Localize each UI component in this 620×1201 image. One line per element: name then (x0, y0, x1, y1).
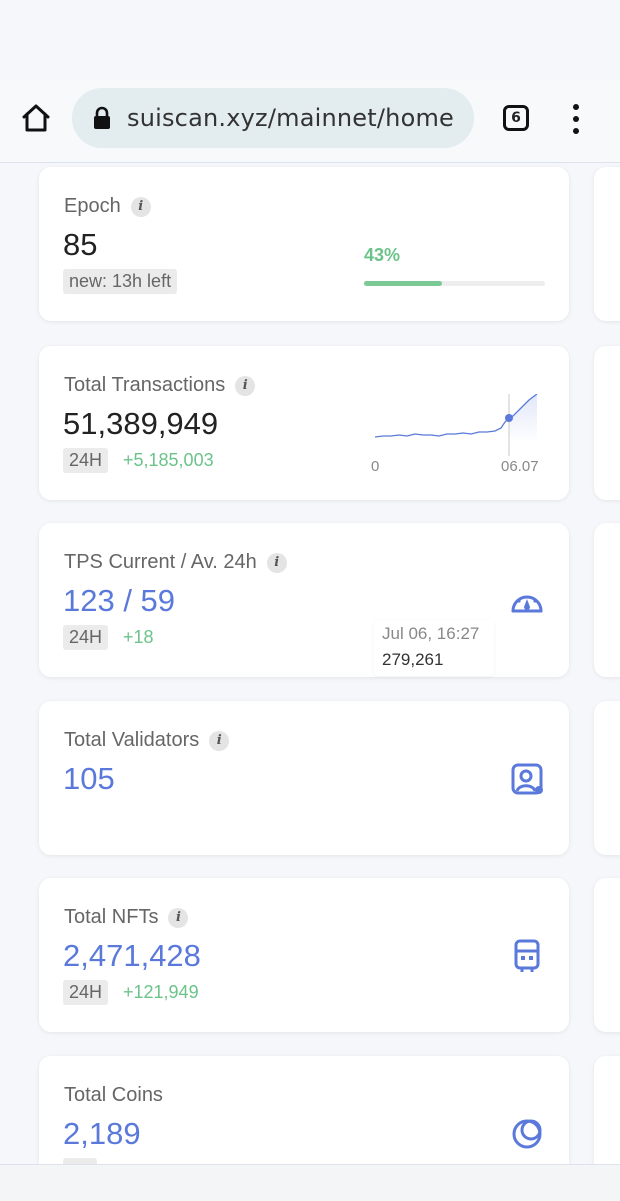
validators-value: 105 (63, 761, 115, 796)
transactions-delta: +5,185,003 (123, 450, 214, 470)
transactions-label: Total Transactions (64, 374, 226, 396)
nft-icon (514, 939, 540, 972)
coins-card: Total Coins 2,189 (39, 1056, 569, 1164)
lock-icon (94, 106, 110, 129)
transactions-card: Total Transactions i 51,389,949 24H +5,18… (39, 346, 569, 500)
epoch-progress-percent: 43% (364, 245, 401, 265)
validators-label: Total Validators (64, 729, 200, 751)
info-icon[interactable]: i (235, 376, 256, 396)
next-column-card (594, 346, 620, 500)
epoch-time-left-badge: new: 13h left (63, 269, 178, 294)
nfts-label: Total NFTs (64, 906, 159, 928)
info-icon[interactable]: i (209, 731, 230, 751)
tooltip-date: Jul 06, 16:27 (382, 624, 480, 643)
next-column-card (594, 1056, 620, 1164)
nfts-value: 2,471,428 (63, 938, 201, 973)
period-badge: 24H (63, 448, 109, 473)
bottom-navigation-area (0, 1164, 620, 1201)
validators-card: Total Validators i 105 (39, 701, 569, 855)
overflow-menu-icon[interactable] (567, 102, 587, 136)
next-column-card (594, 878, 620, 1032)
period-badge: 24H (63, 980, 109, 1005)
nfts-delta: +121,949 (123, 982, 199, 1002)
home-icon[interactable] (18, 100, 54, 136)
sparkline-end-label: 06.07 (501, 458, 539, 475)
coins-value: 2,189 (63, 1116, 141, 1151)
tooltip-value: 279,261 (382, 650, 444, 669)
transactions-sparkline[interactable] (373, 394, 543, 456)
coins-label: Total Coins (64, 1084, 163, 1106)
next-column-card (594, 701, 620, 855)
nfts-card: Total NFTs i 2,471,428 24H +121,949 (39, 878, 569, 1032)
coin-icon (512, 1119, 542, 1149)
sparkline-start-label: 0 (371, 458, 380, 475)
tabs-count-button[interactable]: 6 (503, 105, 529, 131)
info-icon[interactable]: i (266, 553, 287, 573)
url-text: suiscan.xyz/mainnet/home (127, 104, 454, 132)
next-column-card (594, 167, 620, 321)
epoch-value: 85 (63, 227, 98, 262)
browser-toolbar: suiscan.xyz/mainnet/home 6 (0, 80, 620, 163)
period-badge: 24H (63, 625, 109, 650)
epoch-progress-fill (364, 281, 442, 286)
address-bar[interactable]: suiscan.xyz/mainnet/home (72, 88, 474, 148)
tps-value: 123 / 59 (63, 583, 176, 618)
tps-delta: +18 (123, 627, 154, 647)
tps-label: TPS Current / Av. 24h (64, 551, 257, 573)
validator-profile-icon (511, 763, 543, 795)
epoch-label: Epoch (64, 195, 121, 217)
sparkline-tooltip: Jul 06, 16:27 279,261 (374, 620, 494, 676)
info-icon[interactable]: i (130, 197, 151, 217)
transactions-value: 51,389,949 (63, 406, 219, 441)
speedometer-icon (511, 595, 543, 613)
dashboard-content: Epoch i 85 new: 13h left 43% Total Transa… (0, 162, 620, 1164)
next-column-card (594, 523, 620, 677)
status-bar-area (0, 0, 620, 80)
info-icon[interactable]: i (168, 908, 189, 928)
epoch-card: Epoch i 85 new: 13h left 43% (39, 167, 569, 321)
epoch-progress-bar (364, 281, 545, 286)
